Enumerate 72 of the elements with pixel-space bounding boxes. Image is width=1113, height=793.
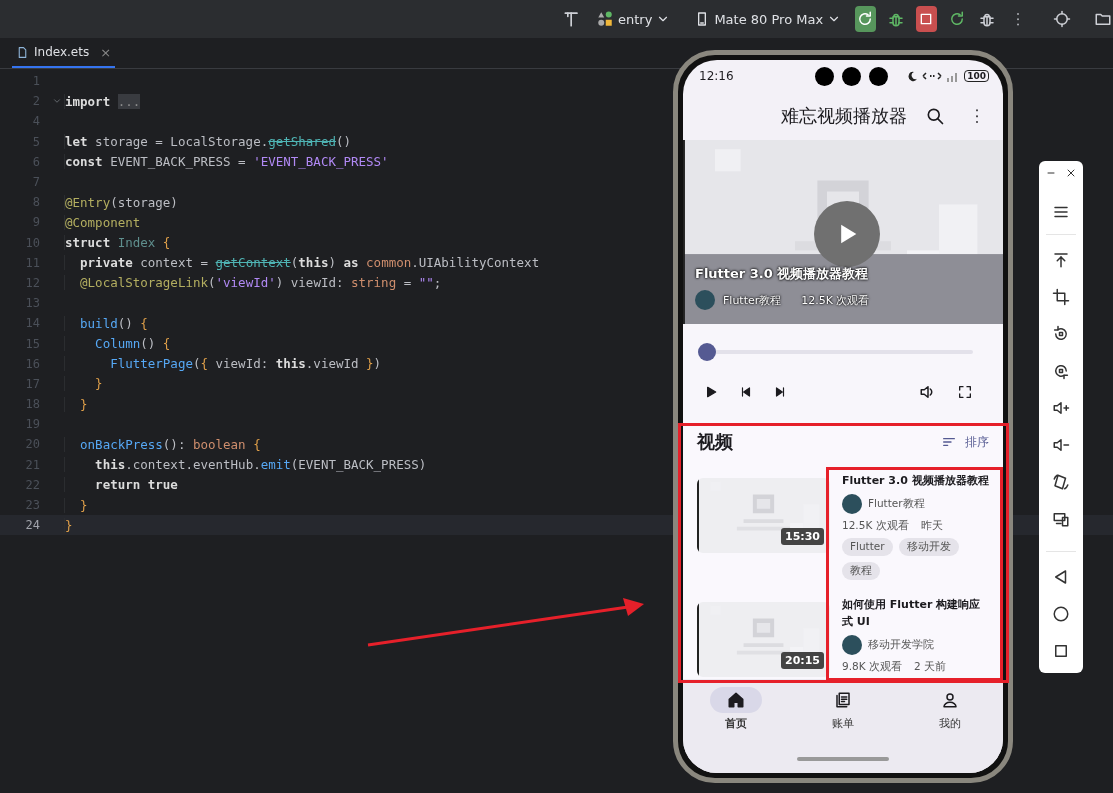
status-time: 12:16 bbox=[699, 69, 734, 83]
device-dropdown[interactable]: Mate 80 Pro Max bbox=[690, 7, 846, 31]
upload-icon[interactable] bbox=[1052, 250, 1070, 269]
stop-button[interactable] bbox=[916, 6, 937, 32]
file-icon bbox=[16, 45, 29, 59]
battery-level: 100 bbox=[964, 70, 989, 82]
search-icon[interactable] bbox=[925, 106, 945, 126]
home-icon[interactable] bbox=[1052, 604, 1070, 623]
section-title: 视频 bbox=[697, 430, 733, 454]
duration-badge: 20:15 bbox=[781, 652, 824, 669]
app-title: 难忘视频播放器 bbox=[781, 104, 907, 128]
tag-chip[interactable]: 教程 bbox=[842, 562, 880, 580]
rotate-icon[interactable] bbox=[1052, 324, 1070, 343]
video-title[interactable]: Flutter 3.0 视频播放器教程 bbox=[842, 472, 989, 489]
code-line: Column() { bbox=[64, 336, 171, 352]
line-number: 24 bbox=[24, 518, 40, 533]
camera-icon bbox=[869, 67, 888, 86]
signal-icon bbox=[922, 70, 943, 82]
document-icon bbox=[834, 691, 852, 709]
fullscreen-icon[interactable] bbox=[957, 384, 973, 400]
editor-tab[interactable]: Index.ets × bbox=[12, 38, 116, 68]
person-icon bbox=[940, 691, 959, 709]
code-line: } bbox=[64, 396, 88, 412]
nav-tab[interactable]: 我的 bbox=[914, 687, 985, 745]
code-line: } bbox=[64, 376, 103, 392]
modules-icon bbox=[596, 10, 614, 28]
target-icon[interactable] bbox=[1053, 10, 1072, 28]
channel-name: 移动开发学院 bbox=[868, 638, 934, 652]
avatar bbox=[842, 635, 862, 655]
code-line: let storage = LocalStorage.getShared() bbox=[64, 134, 351, 150]
close-icon[interactable] bbox=[1065, 167, 1077, 179]
avatar bbox=[842, 494, 862, 514]
upload-time: 昨天 bbox=[920, 519, 943, 533]
code-line: this.context.eventHub.emit(EVENT_BACK_PRESS) bbox=[64, 457, 427, 473]
close-tab[interactable]: × bbox=[100, 44, 112, 60]
crop-icon[interactable] bbox=[1052, 287, 1070, 306]
next-icon[interactable] bbox=[773, 385, 787, 399]
code-line: struct Index { bbox=[64, 235, 171, 251]
video-title[interactable]: 如何使用 Flutter 构建响应式 UI bbox=[842, 596, 989, 630]
camera-icon bbox=[815, 67, 834, 86]
rotate-device-icon[interactable] bbox=[1052, 472, 1070, 491]
moon-icon bbox=[907, 70, 919, 82]
channel-name: Flutter教程 bbox=[868, 497, 925, 511]
run-config-dropdown[interactable]: entry bbox=[592, 6, 675, 32]
nav-tab[interactable]: 账单 bbox=[808, 687, 878, 745]
code-line: onBackPress(): boolean { bbox=[64, 436, 261, 452]
code-line: return true bbox=[64, 477, 178, 493]
view-count: 12.5K 次观看 bbox=[842, 519, 909, 533]
code-line: @Component bbox=[64, 214, 141, 230]
code-line: } bbox=[64, 517, 73, 533]
code-line: @Entry(storage) bbox=[64, 194, 178, 210]
duration-badge: 15:30 bbox=[781, 528, 824, 545]
code-line: private context = getContext(this) as common.UIAbilityContext bbox=[64, 255, 540, 271]
code-line: const EVENT_BACK_PRESS = 'EVENT_BACK_PRESS' bbox=[64, 154, 389, 170]
previous-icon[interactable] bbox=[739, 385, 753, 399]
code-line: @LocalStorageLink('viewId') viewId: string = ""; bbox=[64, 275, 442, 291]
tag-chip[interactable]: 移动开发 bbox=[898, 538, 959, 556]
view-count: 9.8K 次观看 bbox=[842, 660, 902, 674]
code-line: build() { bbox=[64, 315, 148, 331]
code-line: } bbox=[64, 497, 88, 513]
code-line: FlutterPage({ viewId: this.viewId }) bbox=[64, 356, 382, 372]
sort-button[interactable]: 排序 bbox=[941, 433, 989, 451]
camera-icon bbox=[842, 67, 861, 86]
code-line: import ... bbox=[64, 93, 141, 109]
video-title: Flutter 3.0 视频播放器教程 bbox=[695, 265, 869, 283]
channel-name: Flutter教程 bbox=[723, 292, 782, 308]
tag-chip[interactable]: Flutter bbox=[842, 538, 893, 556]
nav-tab[interactable]: 首页 bbox=[701, 687, 772, 745]
upload-time: 2 天前 bbox=[913, 660, 946, 674]
view-count: 12.5K 次观看 bbox=[801, 292, 870, 308]
home-icon bbox=[727, 691, 746, 709]
run-button[interactable] bbox=[855, 6, 876, 32]
